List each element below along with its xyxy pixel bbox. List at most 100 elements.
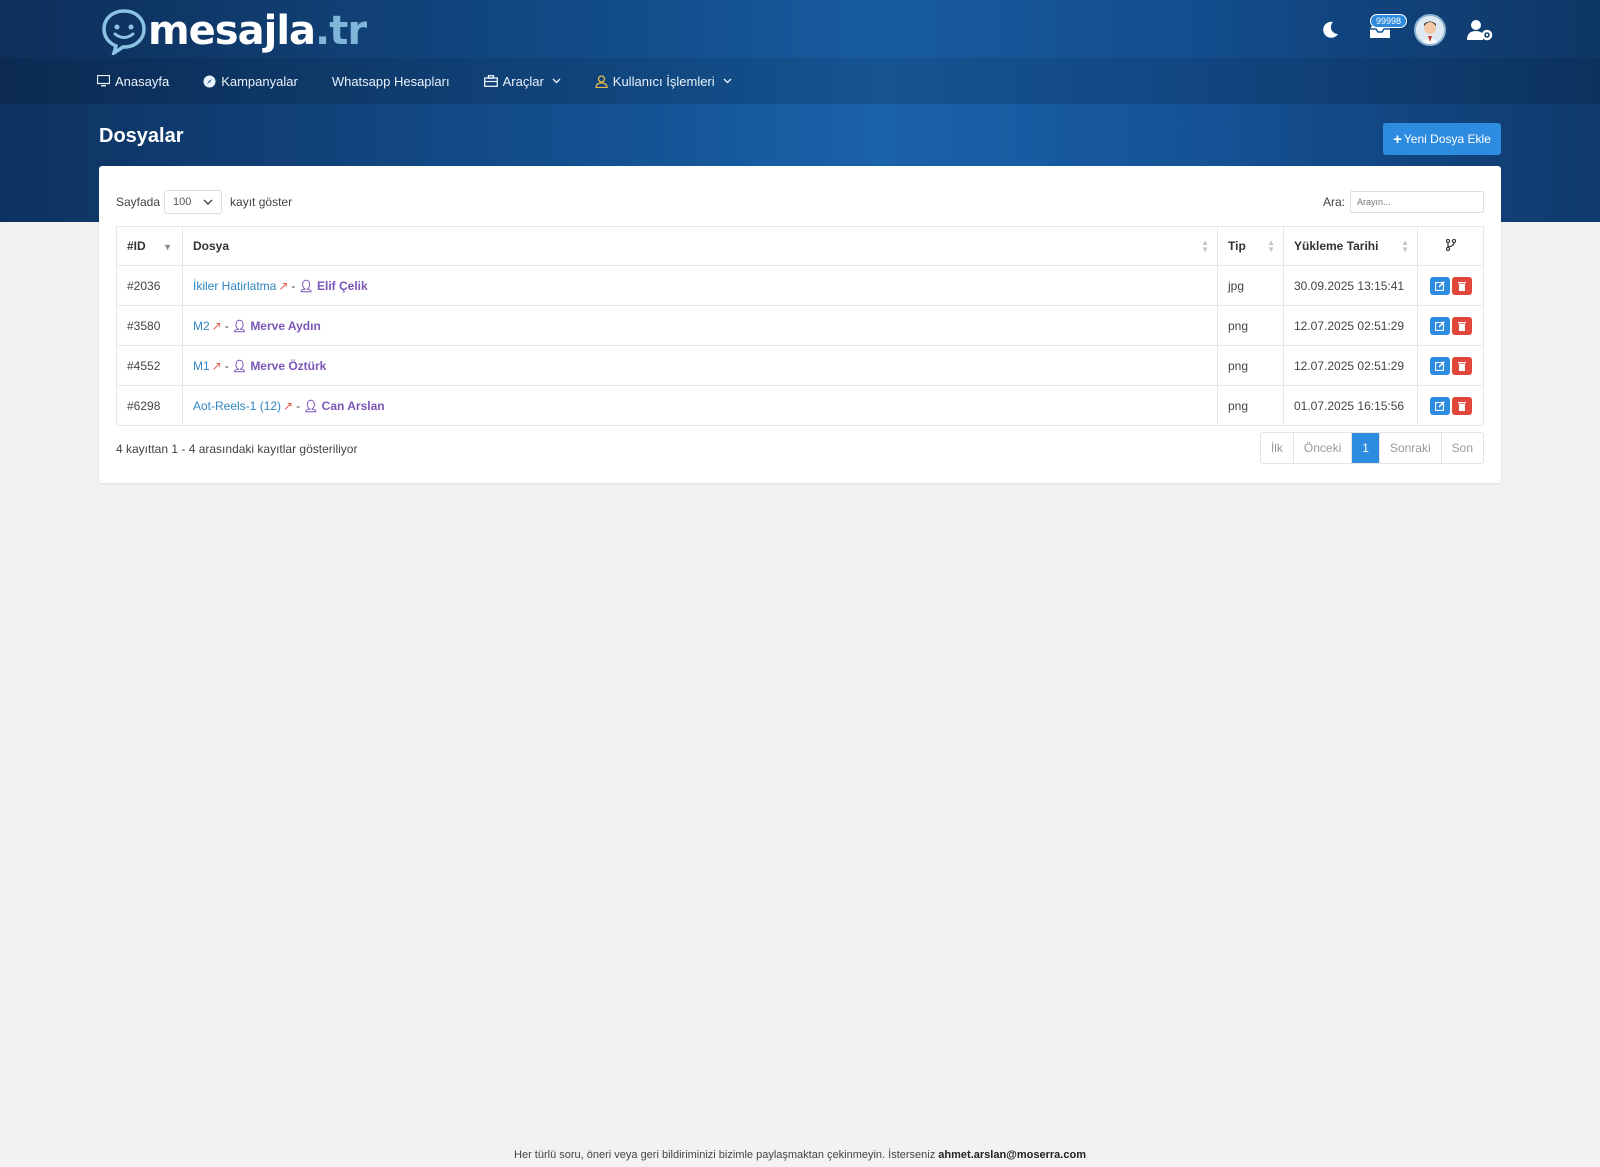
delete-button[interactable] bbox=[1451, 396, 1472, 415]
trash-icon bbox=[1457, 401, 1466, 411]
external-link-icon[interactable]: ↗︎ bbox=[212, 319, 222, 333]
cell-file: İkiler Hatirlatma ↗︎ - 👤︎ Elif Çelik bbox=[182, 265, 1218, 306]
nav-item-anasayfa[interactable]: Anasayfa bbox=[97, 74, 169, 89]
chat-smile-logo-icon bbox=[102, 9, 146, 55]
search-label: Ara: bbox=[1322, 195, 1345, 209]
nav-item-whatsapp-hesaplari[interactable]: Whatsapp Hesapları bbox=[332, 74, 450, 89]
cell-date: 12.07.2025 02:51:29 bbox=[1283, 305, 1418, 346]
footer: Her türlü soru, öneri veya geri bildirim… bbox=[0, 1149, 1600, 1161]
brand-name: mesajla bbox=[148, 8, 316, 54]
brand-logo[interactable]: mesajla .tr bbox=[100, 6, 367, 56]
pagination-first[interactable]: İlk bbox=[1261, 433, 1294, 463]
footer-text: Her türlü soru, öneri veya geri bildirim… bbox=[514, 1149, 936, 1161]
edit-button[interactable] bbox=[1429, 316, 1450, 335]
add-file-button[interactable]: + Yeni Dosya Ekle bbox=[1383, 123, 1501, 155]
monitor-icon bbox=[97, 75, 110, 87]
cell-date: 01.07.2025 16:15:56 bbox=[1283, 385, 1418, 426]
inbox-badge: 99998 bbox=[1370, 14, 1408, 28]
edit-icon bbox=[1434, 400, 1445, 411]
edit-icon bbox=[1434, 280, 1445, 291]
cell-type: jpg bbox=[1217, 265, 1284, 306]
separator: - bbox=[224, 318, 229, 333]
footer-email-link[interactable]: ahmet.arslan@moserra.com bbox=[938, 1149, 1086, 1161]
nav-label: Araçlar bbox=[502, 73, 544, 89]
cell-actions bbox=[1417, 305, 1484, 346]
file-link[interactable]: M2 bbox=[193, 319, 210, 333]
column-header-actions bbox=[1417, 226, 1484, 266]
edit-button[interactable] bbox=[1429, 276, 1450, 295]
nav-item-kullanici-islemleri[interactable]: Kullanıcı İşlemleri bbox=[595, 74, 732, 89]
sort-desc-icon: ▼ bbox=[163, 242, 172, 252]
compass-icon bbox=[203, 75, 216, 87]
user-icon bbox=[595, 74, 608, 88]
cell-type: png bbox=[1217, 305, 1284, 346]
table-header-row: #ID ▼ Dosya ▲ ▼ Tip ▲ ▼ Yükleme Tarihi ▲ ▼ bbox=[116, 226, 1484, 266]
delete-button[interactable] bbox=[1451, 316, 1472, 335]
external-link-icon[interactable]: ↗︎ bbox=[278, 279, 288, 293]
branch-icon bbox=[1445, 238, 1456, 251]
cell-type: png bbox=[1217, 345, 1284, 386]
external-link-icon[interactable]: ↗︎ bbox=[212, 359, 222, 373]
page-length-control: Sayfada 100 kayıt göster bbox=[116, 190, 292, 214]
chevron-down-icon bbox=[552, 78, 561, 84]
cell-id: #2036 bbox=[116, 265, 183, 306]
cell-date: 12.07.2025 02:51:29 bbox=[1283, 345, 1418, 386]
cell-date: 30.09.2025 13:15:41 bbox=[1283, 265, 1418, 306]
nav-label: Whatsapp Hesapları bbox=[331, 73, 450, 89]
nav-item-araclar[interactable]: Araçlar bbox=[483, 73, 561, 89]
external-link-icon[interactable]: ↗︎ bbox=[283, 399, 293, 413]
files-table: #ID ▼ Dosya ▲ ▼ Tip ▲ ▼ Yükleme Tarihi ▲ ▼ bbox=[116, 226, 1484, 426]
user-link[interactable]: 👤︎ Elif Çelik bbox=[298, 279, 367, 293]
pagination-page-current[interactable]: 1 bbox=[1352, 433, 1380, 463]
profile-avatar-button[interactable] bbox=[1410, 10, 1450, 50]
cell-file: M2 ↗︎ - 👤︎ Merve Aydın bbox=[182, 305, 1218, 346]
separator: - bbox=[224, 358, 229, 373]
column-header-type[interactable]: Tip ▲ ▼ bbox=[1217, 226, 1284, 266]
user-gear-icon bbox=[1467, 20, 1493, 41]
cell-actions bbox=[1417, 265, 1484, 306]
file-link[interactable]: M1 bbox=[193, 359, 210, 373]
search-control: Ara: bbox=[1323, 191, 1484, 213]
trash-icon bbox=[1457, 321, 1466, 331]
chevron-down-icon bbox=[203, 199, 213, 205]
pagination-next[interactable]: Sonraki bbox=[1380, 433, 1442, 463]
user-settings-button[interactable] bbox=[1460, 10, 1500, 50]
files-card: Sayfada 100 kayıt göster Ara: #ID ▼ Dosy… bbox=[99, 166, 1501, 483]
length-prefix: Sayfada bbox=[116, 195, 161, 209]
column-header-id[interactable]: #ID ▼ bbox=[116, 226, 183, 266]
table-row: #6298 Aot-Reels-1 (12) ↗︎ - 👤︎ Can Arslan p… bbox=[116, 385, 1484, 426]
plus-icon: + bbox=[1393, 130, 1402, 148]
dark-mode-toggle[interactable] bbox=[1310, 10, 1350, 50]
delete-button[interactable] bbox=[1451, 356, 1472, 375]
nav-item-kampanyalar[interactable]: Kampanyalar bbox=[203, 74, 298, 89]
column-header-file[interactable]: Dosya ▲ ▼ bbox=[182, 226, 1218, 266]
inbox-button[interactable]: 99998 bbox=[1360, 10, 1408, 50]
trash-icon bbox=[1457, 281, 1466, 291]
cell-actions bbox=[1417, 345, 1484, 386]
pagination-previous[interactable]: Önceki bbox=[1294, 433, 1353, 463]
column-header-date[interactable]: Yükleme Tarihi ▲ ▼ bbox=[1283, 226, 1418, 266]
column-header-label: Yükleme Tarihi bbox=[1294, 239, 1379, 253]
user-link[interactable]: 👤︎ Merve Aydın bbox=[232, 319, 321, 333]
cell-id: #6298 bbox=[116, 385, 183, 426]
pagination-last[interactable]: Son bbox=[1442, 433, 1483, 463]
user-link[interactable]: 👤︎ Can Arslan bbox=[303, 399, 384, 413]
cell-file: Aot-Reels-1 (12) ↗︎ - 👤︎ Can Arslan bbox=[182, 385, 1218, 426]
table-row: #3580 M2 ↗︎ - 👤︎ Merve Aydın png 12.07.2025… bbox=[116, 305, 1484, 346]
search-input[interactable] bbox=[1350, 191, 1484, 213]
file-link[interactable]: İkiler Hatirlatma bbox=[193, 279, 276, 293]
file-link[interactable]: Aot-Reels-1 (12) bbox=[193, 399, 281, 413]
moon-icon bbox=[1323, 21, 1338, 38]
edit-button[interactable] bbox=[1429, 396, 1450, 415]
cell-file: M1 ↗︎ - 👤︎ Merve Öztürk bbox=[182, 345, 1218, 386]
briefcase-icon bbox=[483, 75, 498, 87]
cell-id: #4552 bbox=[116, 345, 183, 386]
main-nav: Anasayfa Kampanyalar Whatsapp Hesapları … bbox=[97, 70, 766, 92]
delete-button[interactable] bbox=[1451, 276, 1472, 295]
nav-label: Kullanıcı İşlemleri bbox=[612, 73, 715, 89]
edit-button[interactable] bbox=[1429, 356, 1450, 375]
page-length-select[interactable]: 100 bbox=[164, 190, 223, 214]
length-suffix: kayıt göster bbox=[230, 195, 293, 209]
user-link[interactable]: 👤︎ Merve Öztürk bbox=[232, 359, 327, 373]
chevron-down-icon bbox=[723, 78, 732, 84]
